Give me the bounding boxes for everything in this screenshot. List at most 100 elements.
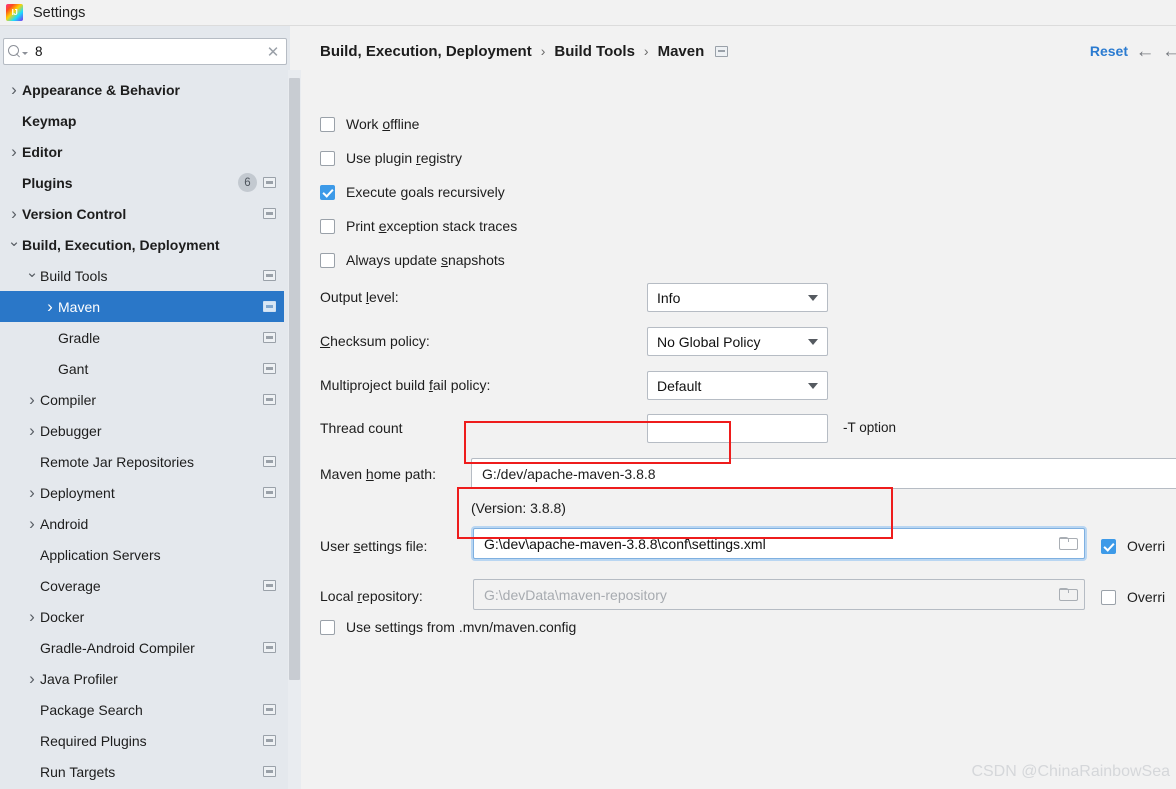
breadcrumb: Build, Execution, Deployment › Build Too… <box>301 26 1176 76</box>
sidebar-item-remote-jar-repositories[interactable]: Remote Jar Repositories <box>0 446 284 477</box>
checkbox-box[interactable] <box>1101 589 1116 605</box>
thread-count-input[interactable] <box>647 414 828 443</box>
breadcrumb-item-0[interactable]: Build, Execution, Deployment <box>320 43 532 60</box>
sidebar-item-keymap[interactable]: Keymap <box>0 105 284 136</box>
sidebar-item-label: Application Servers <box>40 546 161 563</box>
sidebar-item-maven[interactable]: Maven <box>0 291 284 322</box>
project-scope-icon[interactable] <box>263 270 276 281</box>
project-scope-icon[interactable] <box>263 456 276 467</box>
sidebar-item-application-servers[interactable]: Application Servers <box>0 539 284 570</box>
sidebar-item-debugger[interactable]: Debugger <box>0 415 284 446</box>
checkbox-work-offline[interactable]: Work offline <box>320 113 419 135</box>
project-scope-icon[interactable] <box>263 735 276 746</box>
output-level-select[interactable]: Info <box>647 283 828 312</box>
sidebar-item-label: Editor <box>22 143 63 160</box>
project-scope-icon[interactable] <box>263 301 276 312</box>
checkbox-override-local-repository[interactable]: Overri <box>1101 586 1165 608</box>
project-scope-icon[interactable] <box>715 45 729 57</box>
project-scope-icon[interactable] <box>263 177 276 188</box>
breadcrumb-separator: › <box>643 43 649 59</box>
checksum-policy-select[interactable]: No Global Policy <box>647 327 828 356</box>
chevron-down-icon[interactable] <box>24 260 40 291</box>
title-bar: Settings <box>0 0 1176 26</box>
chevron-down-icon[interactable] <box>808 383 818 389</box>
checkbox-use-mvn-maven-config[interactable]: Use settings from .mvn/maven.config <box>320 616 576 638</box>
sidebar-item-build-execution-deployment[interactable]: Build, Execution, Deployment <box>0 229 284 260</box>
sidebar-item-plugins[interactable]: Plugins 6 <box>0 167 284 198</box>
arrow-right-icon[interactable]: ← <box>1162 42 1176 61</box>
arrow-left-icon[interactable]: ← <box>1128 42 1162 61</box>
user-settings-file-input[interactable]: G:\dev\apache-maven-3.8.8\conf\settings.… <box>473 528 1085 559</box>
chevron-right-icon[interactable] <box>6 136 22 167</box>
checkbox-box[interactable] <box>320 619 335 635</box>
sidebar-item-compiler[interactable]: Compiler <box>0 384 284 415</box>
sidebar-item-docker[interactable]: Docker <box>0 601 284 632</box>
project-scope-icon[interactable] <box>263 580 276 591</box>
chevron-down-icon[interactable] <box>808 339 818 345</box>
chevron-right-icon[interactable] <box>24 415 40 446</box>
chevron-right-icon[interactable] <box>24 601 40 632</box>
checkbox-execute-goals-recursively[interactable]: Execute goals recursively <box>320 181 505 203</box>
user-settings-file-value[interactable]: G:\dev\apache-maven-3.8.8\conf\settings.… <box>474 536 1050 552</box>
sidebar-item-editor[interactable]: Editor <box>0 136 284 167</box>
project-scope-icon[interactable] <box>263 208 276 219</box>
checkbox-box[interactable] <box>320 218 335 234</box>
checkbox-box[interactable] <box>320 252 335 268</box>
project-scope-icon[interactable] <box>263 642 276 653</box>
chevron-right-icon[interactable] <box>24 508 40 539</box>
sidebar-item-gradle[interactable]: Gradle <box>0 322 284 353</box>
project-scope-icon[interactable] <box>263 704 276 715</box>
chevron-right-icon[interactable] <box>24 384 40 415</box>
maven-home-path-combobox[interactable]: G:/dev/apache-maven-3.8.8 <box>471 458 1176 489</box>
sidebar-item-run-targets[interactable]: Run Targets <box>0 756 284 787</box>
sidebar-item-java-profiler[interactable]: Java Profiler <box>0 663 284 694</box>
checkbox-box[interactable] <box>320 184 335 200</box>
maven-home-path-value[interactable]: G:/dev/apache-maven-3.8.8 <box>472 466 1176 482</box>
search-input[interactable]: 8 <box>32 44 260 59</box>
search-icon[interactable] <box>4 39 32 64</box>
checkbox-override-user-settings[interactable]: Overri <box>1101 535 1165 557</box>
sidebar-item-label: Build Tools <box>40 267 108 284</box>
checkbox-always-update-snapshots[interactable]: Always update snapshots <box>320 249 505 271</box>
sidebar-item-coverage[interactable]: Coverage <box>0 570 284 601</box>
sidebar-item-appearance-behavior[interactable]: Appearance & Behavior <box>0 74 284 105</box>
project-scope-icon[interactable] <box>263 332 276 343</box>
checkbox-box[interactable] <box>320 150 335 166</box>
breadcrumb-item-2[interactable]: Maven <box>658 43 705 60</box>
sidebar-item-android[interactable]: Android <box>0 508 284 539</box>
checkbox-print-exception-stack-traces[interactable]: Print exception stack traces <box>320 215 517 237</box>
project-scope-icon[interactable] <box>263 394 276 405</box>
chevron-down-icon[interactable] <box>6 229 22 260</box>
checkbox-box[interactable] <box>1101 538 1116 554</box>
breadcrumb-item-1[interactable]: Build Tools <box>554 43 635 60</box>
sidebar-item-gant[interactable]: Gant <box>0 353 284 384</box>
window-title: Settings <box>33 4 86 21</box>
chevron-right-icon[interactable] <box>24 477 40 508</box>
sidebar-item-required-plugins[interactable]: Required Plugins <box>0 725 284 756</box>
checkbox-box[interactable] <box>320 116 335 132</box>
settings-panel: Build, Execution, Deployment › Build Too… <box>301 26 1176 789</box>
chevron-right-icon[interactable] <box>42 291 58 322</box>
reset-button[interactable]: Reset <box>1090 43 1128 59</box>
settings-search-box[interactable]: 8 ✕ <box>3 38 287 65</box>
chevron-down-icon[interactable] <box>808 295 818 301</box>
folder-icon[interactable] <box>1050 529 1084 558</box>
chevron-right-icon[interactable] <box>24 663 40 694</box>
sidebar-item-label: Appearance & Behavior <box>22 81 180 98</box>
sidebar-item-label: Build, Execution, Deployment <box>22 236 220 253</box>
project-scope-icon[interactable] <box>263 487 276 498</box>
clear-icon[interactable]: ✕ <box>260 39 286 64</box>
sidebar-scrollbar-thumb[interactable] <box>289 78 300 680</box>
sidebar-item-build-tools[interactable]: Build Tools <box>0 260 284 291</box>
chevron-right-icon[interactable] <box>6 198 22 229</box>
project-scope-icon[interactable] <box>263 766 276 777</box>
sidebar-item-deployment[interactable]: Deployment <box>0 477 284 508</box>
sidebar-item-gradle-android-compiler[interactable]: Gradle-Android Compiler <box>0 632 284 663</box>
project-scope-icon[interactable] <box>263 363 276 374</box>
sidebar-item-package-search[interactable]: Package Search <box>0 694 284 725</box>
chevron-right-icon[interactable] <box>6 74 22 105</box>
sidebar-item-version-control[interactable]: Version Control <box>0 198 284 229</box>
checkbox-use-plugin-registry[interactable]: Use plugin registry <box>320 147 462 169</box>
multiproject-policy-select[interactable]: Default <box>647 371 828 400</box>
